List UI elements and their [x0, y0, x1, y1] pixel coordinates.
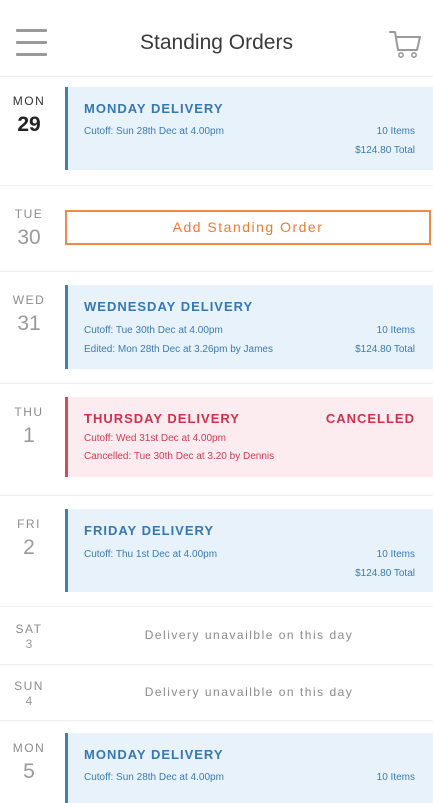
day-of-week: SUN [14, 679, 44, 693]
delivery-card-wednesday[interactable]: WEDNESDAY DELIVERY Cutoff: Tue 30th Dec … [65, 285, 433, 369]
cutoff-text: Cutoff: Tue 30th Dec at 4.00pm [84, 325, 223, 336]
day-number: 1 [23, 424, 35, 447]
day-row-tue-30: TUE 30 Add Standing Order [0, 186, 433, 272]
day-row-wed-31: WED 31 WEDNESDAY DELIVERY Cutoff: Tue 30… [0, 272, 433, 384]
delivery-title: MONDAY DELIVERY [84, 101, 224, 116]
day-number: 2 [23, 536, 35, 559]
cutoff-text: Cutoff: Sun 28th Dec at 4.00pm [84, 126, 224, 137]
day-of-week: FRI [17, 517, 41, 531]
day-row-sun-4: SUN 4 Delivery unavailble on this day [0, 665, 433, 721]
day-label: MON 29 [0, 94, 58, 137]
order-total: $124.80 Total [355, 145, 415, 156]
day-label: MON 5 [0, 741, 58, 784]
day-of-week: THU [14, 405, 44, 419]
day-number: 29 [17, 113, 41, 136]
delivery-card-monday-next[interactable]: MONDAY DELIVERY Cutoff: Sun 28th Dec at … [65, 733, 433, 803]
day-row-sat-3: SAT 3 Delivery unavailble on this day [0, 607, 433, 665]
day-of-week: WED [12, 293, 46, 307]
day-of-week: TUE [14, 207, 44, 221]
delivery-card-friday[interactable]: FRIDAY DELIVERY Cutoff: Thu 1st Dec at 4… [65, 509, 433, 592]
order-total: $124.80 Total [355, 344, 415, 355]
delivery-title: FRIDAY DELIVERY [84, 523, 215, 538]
cutoff-text: Cutoff: Sun 28th Dec at 4.00pm [84, 772, 224, 783]
delivery-card-monday[interactable]: MONDAY DELIVERY Cutoff: Sun 28th Dec at … [65, 87, 433, 170]
edited-text: Edited: Mon 28th Dec at 3.26pm by James [84, 344, 273, 355]
items-count: 10 Items [376, 325, 415, 336]
add-standing-order-button[interactable]: Add Standing Order [65, 210, 431, 245]
cancelled-text: Cancelled: Tue 30th Dec at 3.20 by Denni… [84, 451, 275, 462]
delivery-title: WEDNESDAY DELIVERY [84, 299, 254, 314]
app-header: Standing Orders [0, 0, 433, 77]
day-number: 3 [25, 637, 33, 651]
day-label: TUE 30 [0, 207, 58, 250]
day-row-mon-5: MON 5 MONDAY DELIVERY Cutoff: Sun 28th D… [0, 721, 433, 803]
day-row-thu-1: THU 1 THURSDAY DELIVERY CANCELLED Cutoff… [0, 384, 433, 496]
cutoff-text: Cutoff: Wed 31st Dec at 4.00pm [84, 433, 226, 444]
items-count: 10 Items [376, 549, 415, 560]
day-of-week: SAT [15, 622, 43, 636]
items-count: 10 Items [376, 772, 415, 783]
day-label: THU 1 [0, 405, 58, 448]
day-number: 31 [17, 312, 41, 335]
day-label: FRI 2 [0, 517, 58, 560]
day-label: SUN 4 [0, 679, 58, 708]
cancelled-status-badge: CANCELLED [325, 411, 415, 426]
day-of-week: MON [12, 741, 46, 755]
delivery-title: THURSDAY DELIVERY [84, 411, 240, 426]
day-label: SAT 3 [0, 622, 58, 651]
day-row-fri-2: FRI 2 FRIDAY DELIVERY Cutoff: Thu 1st De… [0, 496, 433, 607]
day-number: 4 [25, 694, 33, 708]
delivery-title: MONDAY DELIVERY [84, 747, 224, 762]
day-of-week: MON [12, 94, 46, 108]
day-number: 30 [17, 226, 41, 249]
cutoff-text: Cutoff: Thu 1st Dec at 4.00pm [84, 549, 218, 560]
items-count: 10 Items [376, 126, 415, 137]
delivery-card-thursday-cancelled[interactable]: THURSDAY DELIVERY CANCELLED Cutoff: Wed … [65, 397, 433, 477]
page-title: Standing Orders [140, 31, 293, 54]
order-total: $124.80 Total [355, 568, 415, 579]
day-label: WED 31 [0, 293, 58, 336]
delivery-unavailable-message: Delivery unavailble on this day [144, 628, 354, 642]
day-row-mon-29: MON 29 MONDAY DELIVERY Cutoff: Sun 28th … [0, 77, 433, 186]
day-number: 5 [23, 760, 35, 783]
delivery-unavailable-message: Delivery unavailble on this day [144, 685, 354, 699]
cart-icon[interactable] [389, 29, 421, 59]
